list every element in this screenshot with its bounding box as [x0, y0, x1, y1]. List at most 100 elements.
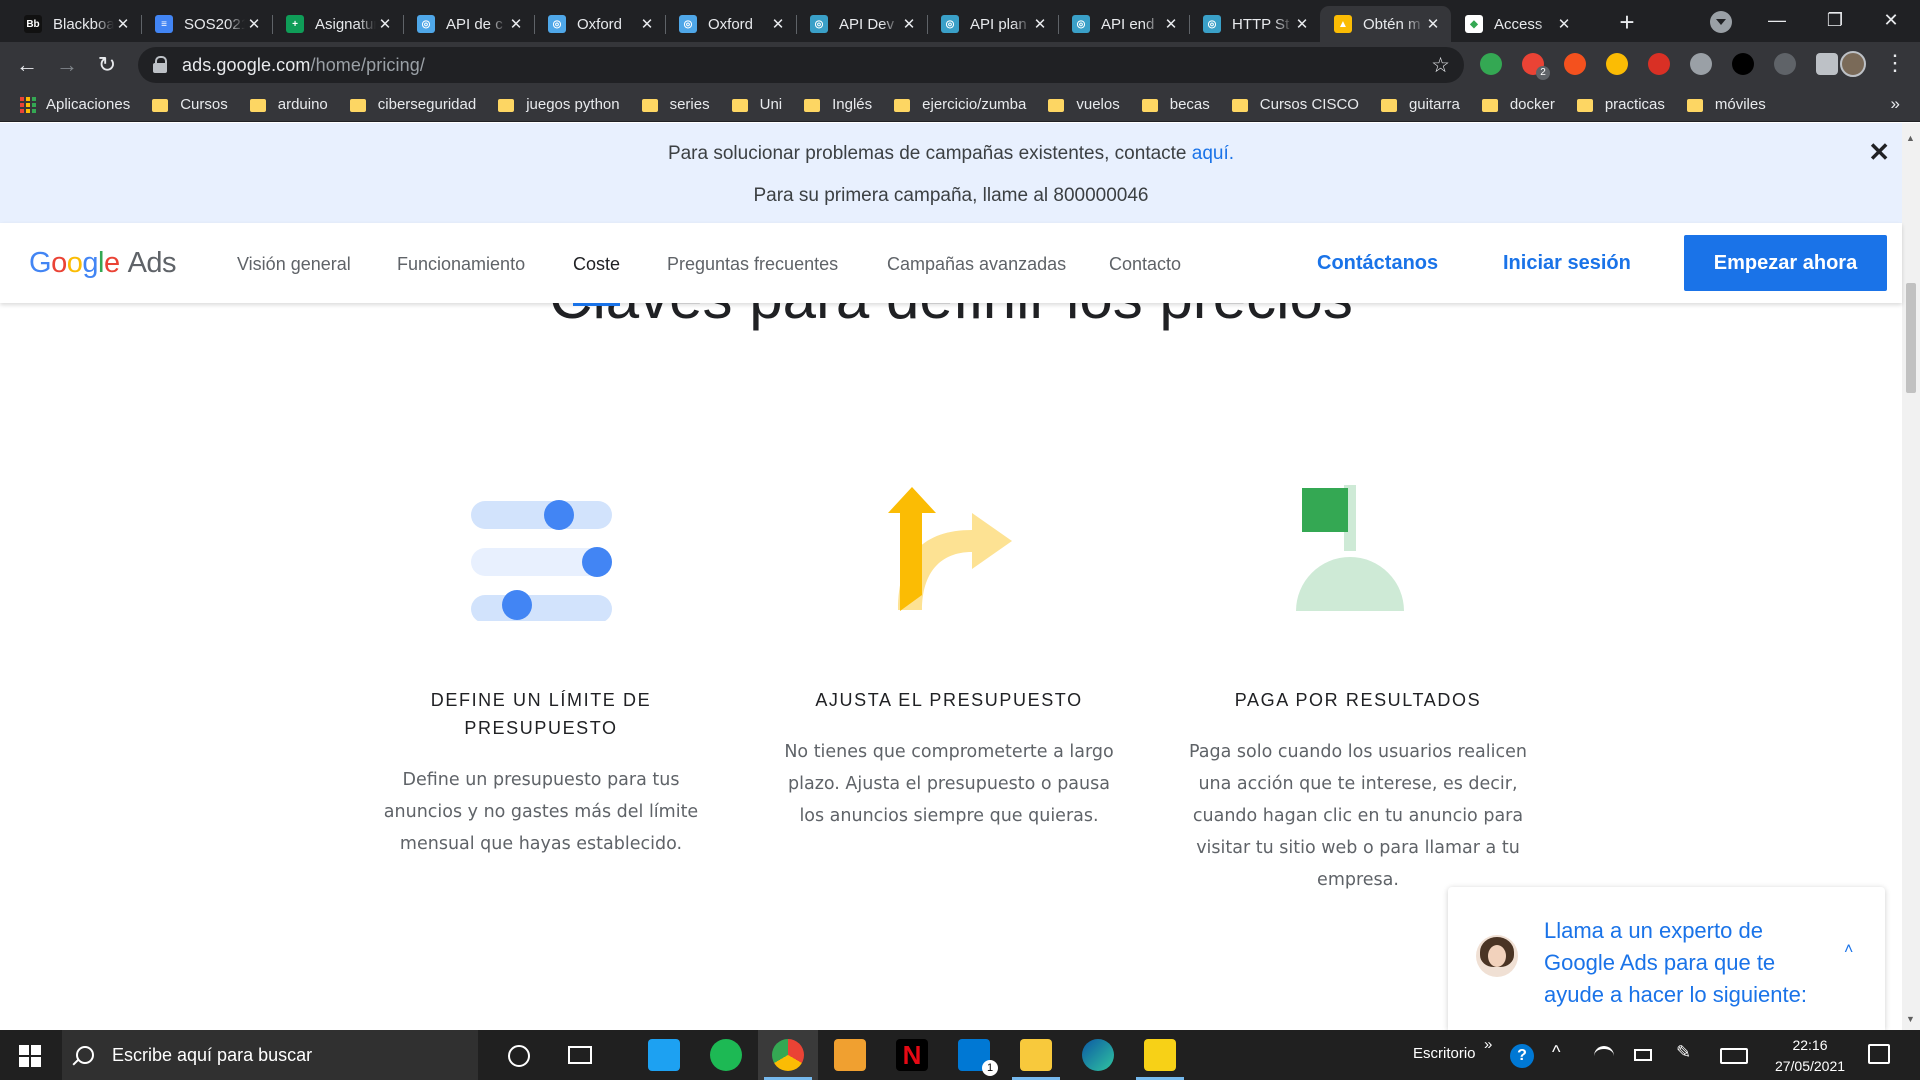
tab-close-icon[interactable]: ✕	[638, 15, 656, 33]
scroll-up-icon[interactable]: ▲	[1906, 133, 1915, 143]
tab-close-icon[interactable]: ✕	[376, 15, 394, 33]
browser-tab[interactable]: ▲ Obtén m ✕	[1320, 6, 1451, 42]
expert-call-widget[interactable]: Llama a un experto de Google Ads para qu…	[1448, 887, 1885, 1030]
browser-tab[interactable]: Bb Blackboard✕	[10, 6, 141, 42]
wifi-icon[interactable]	[1594, 1046, 1614, 1064]
google-ads-logo[interactable]: Google Ads	[29, 247, 177, 280]
bookmarks-more-icon[interactable]: »	[1891, 94, 1900, 114]
back-arrow-icon[interactable]: ←	[12, 50, 42, 80]
pen-icon[interactable]: ✎	[1676, 1042, 1691, 1063]
browser-tab[interactable]: ≡ SOS2021 ✕	[141, 6, 272, 42]
browser-tab[interactable]: ◎ API de c ✕	[403, 6, 534, 42]
pdf-icon[interactable]	[1648, 53, 1670, 75]
expert-call-text[interactable]: Llama a un experto de Google Ads para qu…	[1544, 915, 1834, 1011]
nav-link-coste[interactable]: Coste	[573, 254, 621, 306]
edge-icon[interactable]	[1082, 1039, 1114, 1071]
nav-link-vision-general[interactable]: Visión general	[237, 254, 351, 275]
taskbar-search-box[interactable]: Escribe aquí para buscar	[62, 1030, 478, 1080]
chrome-extension-icon[interactable]	[1480, 53, 1502, 75]
close-window-button[interactable]: ✕	[1862, 0, 1920, 40]
tab-close-icon[interactable]: ✕	[245, 15, 263, 33]
browser-tab[interactable]: ◎ Oxford ✕	[665, 6, 796, 42]
puzzle-icon[interactable]	[1816, 53, 1838, 75]
scroll-down-icon[interactable]: ▼	[1906, 1014, 1915, 1024]
bookmark-folder[interactable]: arduino	[249, 96, 328, 113]
tray-chevron-up-icon[interactable]: ^	[1552, 1042, 1560, 1063]
bookmark-folder[interactable]: juegos python	[498, 96, 620, 113]
bookmark-folder[interactable]: Cursos CISCO	[1231, 96, 1359, 113]
bookmark-folder[interactable]: Uni	[731, 96, 782, 113]
netflix-icon[interactable]: N	[896, 1039, 928, 1071]
task-view-icon[interactable]	[568, 1046, 592, 1064]
bookmark-folder[interactable]: practicas	[1576, 96, 1665, 113]
keyboard-icon[interactable]	[1720, 1048, 1748, 1064]
nav-link-funcionamiento[interactable]: Funcionamiento	[397, 254, 525, 275]
tab-close-icon[interactable]: ✕	[1031, 15, 1049, 33]
tab-close-icon[interactable]: ✕	[900, 15, 918, 33]
tab-search-icon[interactable]	[1710, 11, 1732, 33]
bookmark-folder[interactable]: series	[641, 96, 710, 113]
nav-link-campanas-avanzadas[interactable]: Campañas avanzadas	[887, 254, 1066, 275]
bookmark-folder[interactable]: Cursos	[152, 96, 228, 113]
page-scrollbar[interactable]: ▲ ▼	[1902, 123, 1920, 1030]
bookmark-folder[interactable]: guitarra	[1380, 96, 1460, 113]
reload-icon[interactable]: ↻	[92, 50, 122, 80]
restore-button[interactable]: ❐	[1806, 0, 1864, 40]
help-icon[interactable]: ?	[1510, 1044, 1534, 1068]
browser-tab[interactable]: + Asignaturas✕	[272, 6, 403, 42]
lock-icon[interactable]	[152, 56, 168, 74]
store-icon[interactable]	[834, 1039, 866, 1071]
tab-close-icon[interactable]: ✕	[114, 15, 132, 33]
desktop-toolbar-label[interactable]: Escritorio	[1413, 1045, 1476, 1062]
cortana-icon[interactable]	[508, 1045, 530, 1067]
tab-close-icon[interactable]: ✕	[1555, 15, 1573, 33]
contact-us-link[interactable]: Contáctanos	[1317, 252, 1438, 275]
w-extension-icon[interactable]	[1606, 53, 1628, 75]
bookmark-folder[interactable]: ejercicio/zumba	[894, 96, 1026, 113]
scrollbar-thumb[interactable]	[1906, 283, 1916, 393]
chrome-icon[interactable]	[772, 1039, 804, 1071]
terminal-icon[interactable]	[1732, 53, 1754, 75]
menu-kebab-icon[interactable]: ⋮	[1884, 52, 1906, 74]
sign-in-link[interactable]: Iniciar sesión	[1503, 252, 1631, 275]
bookmark-folder[interactable]: becas	[1141, 96, 1210, 113]
bookmark-folder[interactable]: Inglés	[804, 96, 872, 113]
address-bar[interactable]: ads.google.com/home/pricing/ ☆	[138, 47, 1464, 83]
spotify-icon[interactable]	[710, 1039, 742, 1071]
minimize-button[interactable]: —	[1748, 0, 1806, 40]
tab-close-icon[interactable]: ✕	[507, 15, 525, 33]
file-explorer-icon[interactable]	[1020, 1039, 1052, 1071]
battery-icon[interactable]	[1634, 1049, 1652, 1061]
bookmark-folder[interactable]: móviles	[1686, 96, 1766, 113]
bookmark-folder[interactable]: ciberseguridad	[349, 96, 476, 113]
notifications-icon[interactable]	[1868, 1044, 1890, 1064]
puzzle-orange-icon[interactable]	[1564, 53, 1586, 75]
profile-avatar[interactable]	[1840, 51, 1866, 77]
windows-start-icon[interactable]	[19, 1045, 41, 1067]
browser-tab[interactable]: ◆ Access ✕	[1451, 6, 1582, 42]
new-tab-button[interactable]: +	[1612, 8, 1642, 38]
bookmark-star-icon[interactable]: ☆	[1431, 53, 1450, 78]
tab-close-icon[interactable]: ✕	[769, 15, 787, 33]
bookmark-folder[interactable]: vuelos	[1048, 96, 1120, 113]
chevron-up-icon[interactable]: ˄	[1844, 941, 1853, 959]
nav-link-preguntas-frecuentes[interactable]: Preguntas frecuentes	[667, 254, 838, 275]
circle-extension-icon[interactable]	[1774, 53, 1796, 75]
nav-link-contacto[interactable]: Contacto	[1109, 254, 1181, 275]
bookmark-apps[interactable]: Aplicaciones	[20, 96, 130, 113]
browser-tab[interactable]: ◎ API plan ✕	[927, 6, 1058, 42]
tab-close-icon[interactable]: ✕	[1162, 15, 1180, 33]
forward-arrow-icon[interactable]: →	[52, 50, 82, 80]
browser-tab[interactable]: ◎ API Dev ✕	[796, 6, 927, 42]
sticky-notes-icon[interactable]	[1144, 1039, 1176, 1071]
browser-tab[interactable]: ◎ Oxford ✕	[534, 6, 665, 42]
close-icon[interactable]: ✕	[1868, 137, 1890, 168]
tab-close-icon[interactable]: ✕	[1424, 15, 1442, 33]
grey-extension-icon[interactable]	[1690, 53, 1712, 75]
banner-link-here[interactable]: aquí.	[1192, 143, 1234, 164]
start-now-button[interactable]: Empezar ahora	[1684, 235, 1887, 291]
tab-close-icon[interactable]: ✕	[1293, 15, 1311, 33]
twitter-icon[interactable]	[648, 1039, 680, 1071]
browser-tab[interactable]: ◎ API end ✕	[1058, 6, 1189, 42]
toolbar-chevron[interactable]: »	[1484, 1036, 1492, 1053]
